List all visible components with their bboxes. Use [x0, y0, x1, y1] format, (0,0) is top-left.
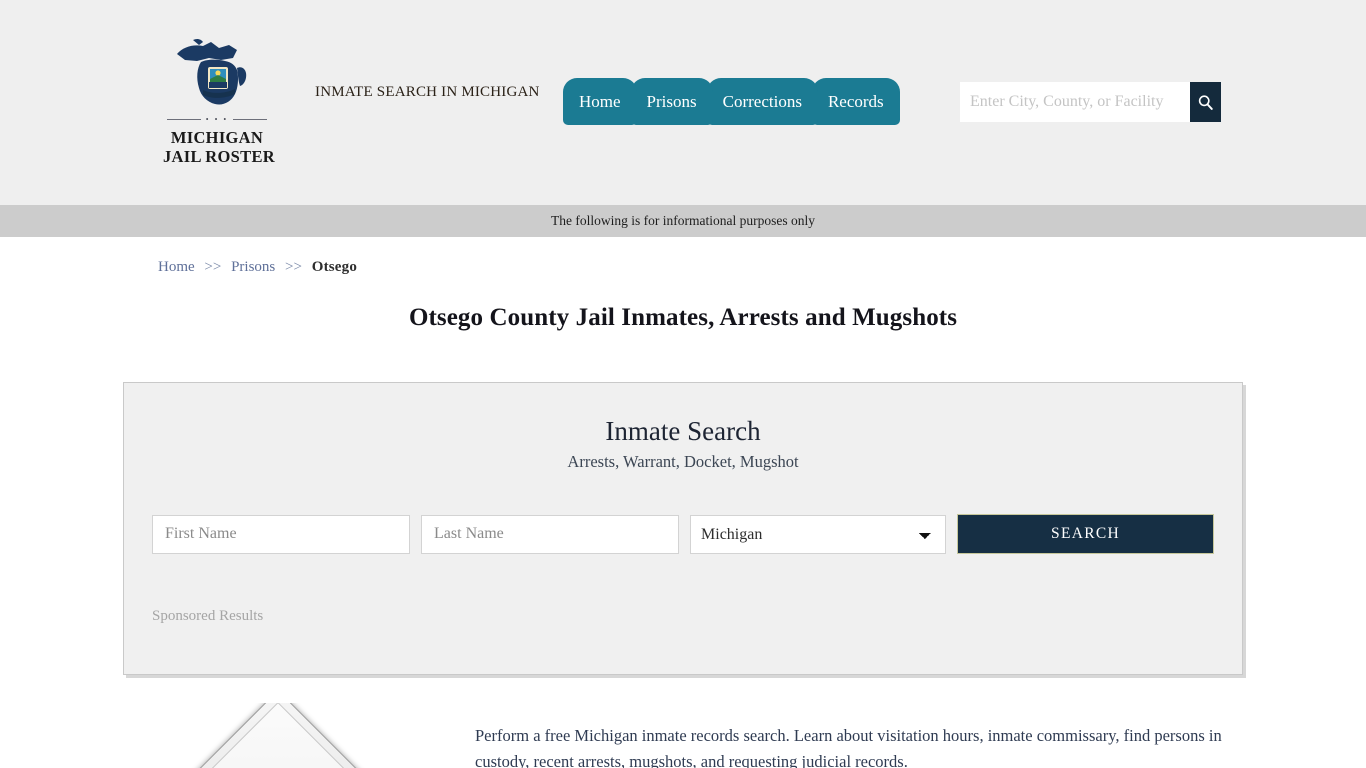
nav-item-records[interactable]: Records	[811, 78, 900, 125]
nav-item-prisons[interactable]: Prisons	[630, 78, 713, 125]
panel-title: Inmate Search	[605, 416, 761, 446]
main-content: Home >> Prisons >> Otsego Otsego County …	[0, 237, 1366, 768]
logo-text-line2: JAIL ROSTER	[163, 147, 275, 166]
facility-photo	[153, 703, 403, 768]
breadcrumb-item-current: Otsego	[311, 259, 358, 275]
logo-dots: • • •	[205, 115, 229, 124]
sponsored-results-label: Sponsored Results	[152, 608, 264, 624]
facility-photo-shape-inner	[171, 703, 385, 768]
breadcrumb: Home >> Prisons >> Otsego	[0, 237, 1366, 276]
state-select[interactable]: Michigan	[690, 514, 947, 554]
page-title: Otsego County Jail Inmates, Arrests and …	[408, 304, 958, 331]
first-name-input[interactable]	[152, 514, 411, 554]
header-search-input[interactable]	[960, 82, 1190, 122]
header-search-button[interactable]	[1190, 82, 1221, 122]
facility-description: Perform a free Michigan inmate records s…	[475, 726, 1222, 768]
logo-text-line1: MICHIGAN	[170, 128, 264, 147]
nav-item-corrections[interactable]: Corrections	[706, 78, 818, 125]
header-inner: • • • MICHIGAN JAIL ROSTER INMATE SEARCH…	[0, 0, 1366, 205]
site-tagline: INMATE SEARCH IN MICHIGAN	[315, 84, 540, 100]
search-icon	[1198, 94, 1213, 110]
michigan-state-outline-icon	[163, 32, 271, 114]
breadcrumb-item-prisons[interactable]: Prisons	[231, 259, 275, 275]
search-submit-button[interactable]: SEARCH	[957, 514, 1214, 554]
breadcrumb-separator: >>	[285, 259, 302, 275]
last-name-input[interactable]	[421, 514, 680, 554]
notice-text: The following is for informational purpo…	[551, 213, 815, 228]
main-navigation: Home Prisons Corrections Records	[563, 78, 900, 125]
inmate-search-panel: Inmate Search Arrests, Warrant, Docket, …	[123, 382, 1243, 675]
breadcrumb-separator: >>	[204, 259, 222, 275]
site-header: • • • MICHIGAN JAIL ROSTER INMATE SEARCH…	[0, 0, 1366, 205]
header-search-box	[960, 82, 1221, 122]
facility-info-section: Perform a free Michigan inmate records s…	[123, 703, 1243, 768]
panel-subtitle: Arrests, Warrant, Docket, Mugshot	[567, 452, 799, 471]
site-logo[interactable]: • • • MICHIGAN JAIL ROSTER	[163, 32, 275, 166]
informational-notice-bar: The following is for informational purpo…	[0, 205, 1366, 237]
breadcrumb-item-home[interactable]: Home	[158, 259, 195, 275]
logo-divider: • • •	[167, 116, 267, 124]
nav-item-home[interactable]: Home	[563, 78, 637, 125]
inmate-search-form: Michigan SEARCH	[152, 514, 1214, 554]
